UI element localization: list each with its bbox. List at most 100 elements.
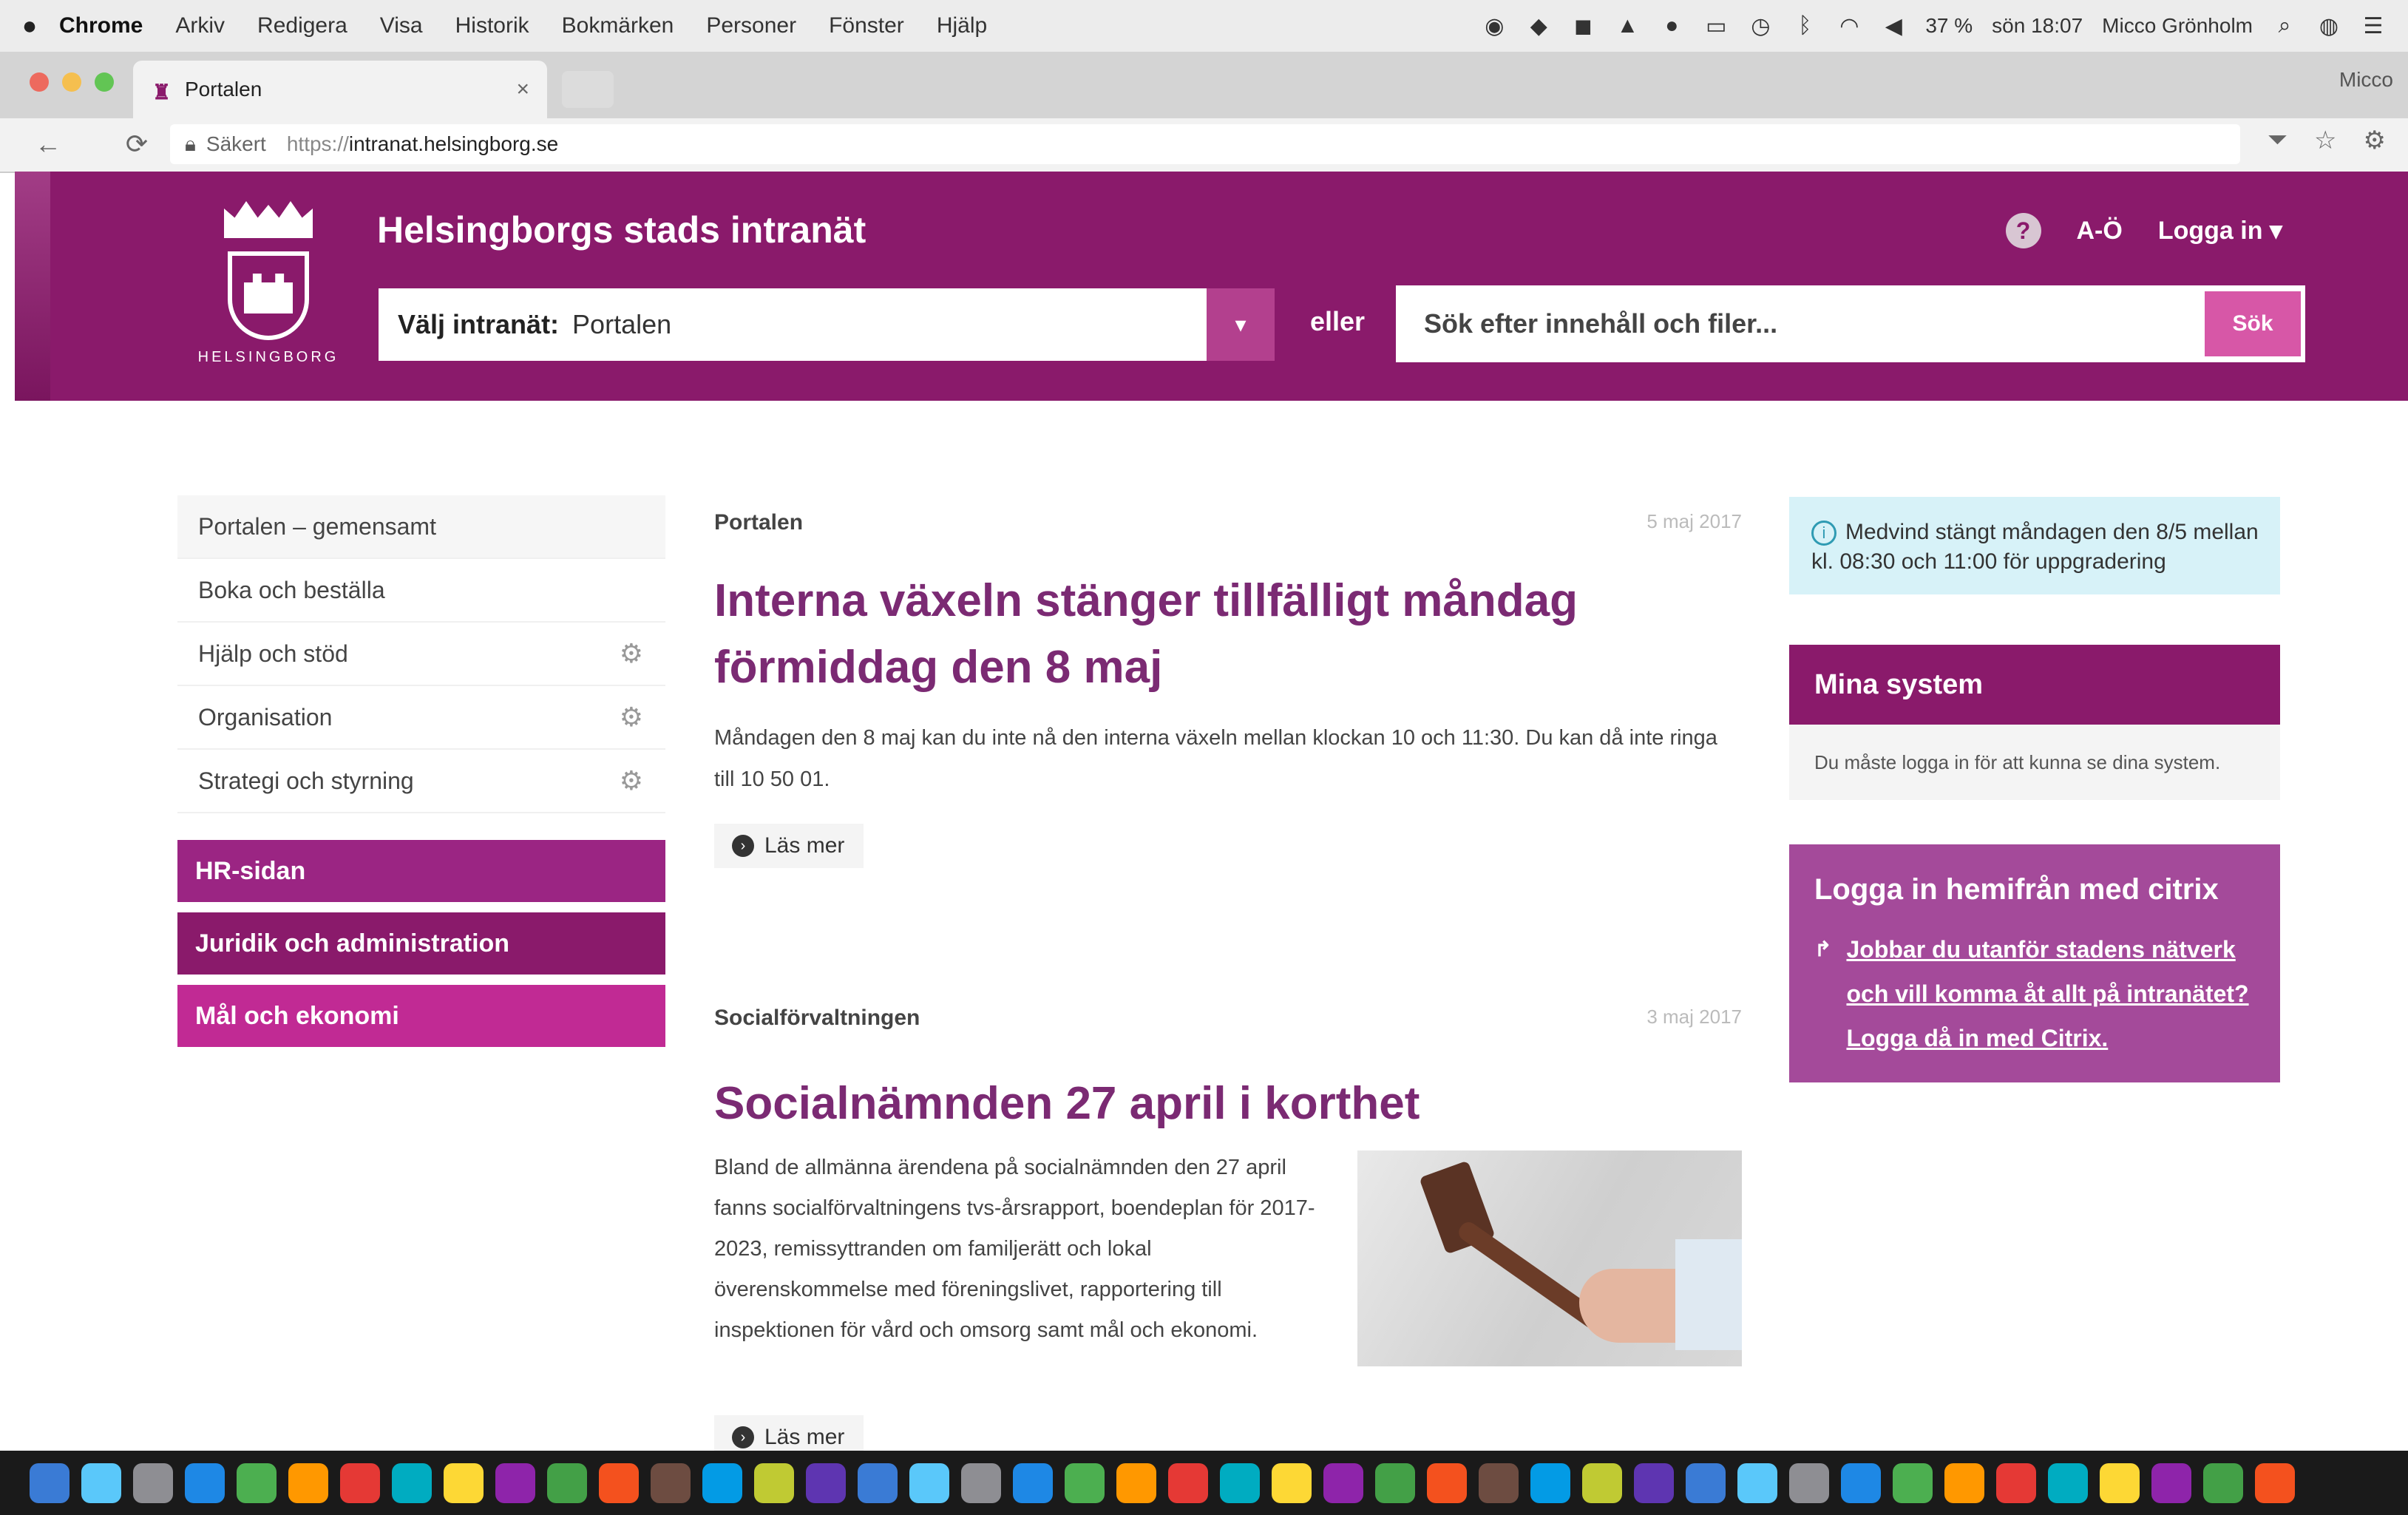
citrix-link[interactable]: ↱ Jobbar du utanför stadens nätverk och …	[1814, 927, 2255, 1060]
app-icon[interactable]	[2151, 1463, 2191, 1503]
app-icon[interactable]	[1634, 1463, 1674, 1503]
app-icon[interactable]	[1582, 1463, 1622, 1503]
app-icon[interactable]	[2203, 1463, 2243, 1503]
citrix-link-text[interactable]: Jobbar du utanför stadens nätverk och vi…	[1846, 927, 2255, 1060]
read-more-button[interactable]: › Läs mer	[714, 824, 864, 868]
status-app-icon[interactable]: ▲	[1615, 13, 1640, 38]
status-app-icon[interactable]: ●	[1659, 13, 1684, 38]
gear-icon[interactable]: ⚙	[620, 702, 643, 733]
mail-icon[interactable]	[237, 1463, 277, 1503]
app-icon[interactable]	[1272, 1463, 1312, 1503]
finder-icon[interactable]	[30, 1463, 69, 1503]
messages-icon[interactable]	[392, 1463, 432, 1503]
menubar-user[interactable]: Micco Grönholm	[2102, 14, 2253, 38]
siri-icon[interactable]	[81, 1463, 121, 1503]
apple-icon[interactable]: ●	[0, 12, 59, 41]
app-icon[interactable]	[1841, 1463, 1881, 1503]
app-icon[interactable]	[754, 1463, 794, 1503]
siri-icon[interactable]: ◍	[2316, 13, 2341, 38]
menu-bokmarken[interactable]: Bokmärken	[562, 13, 674, 38]
app-icon[interactable]	[1479, 1463, 1519, 1503]
app-icon[interactable]	[651, 1463, 691, 1503]
app-icon[interactable]	[599, 1463, 639, 1503]
app-icon[interactable]	[1323, 1463, 1363, 1503]
app-icon[interactable]	[1893, 1463, 1933, 1503]
menu-arkiv[interactable]: Arkiv	[175, 13, 225, 38]
sidebar-item-hjalp[interactable]: Hjälp och stöd ⚙	[177, 623, 665, 686]
app-icon[interactable]	[1116, 1463, 1156, 1503]
firefox-icon[interactable]	[547, 1463, 587, 1503]
site-title[interactable]: Helsingborgs stads intranät	[377, 209, 866, 251]
menu-app-name[interactable]: Chrome	[59, 13, 143, 38]
helsingborg-logo[interactable]: HELSINGBORG	[183, 201, 353, 371]
app-icon[interactable]	[1013, 1463, 1053, 1503]
launchpad-icon[interactable]	[133, 1463, 173, 1503]
sidebar-item-portalen[interactable]: Portalen – gemensamt	[177, 495, 665, 559]
app-icon[interactable]	[1789, 1463, 1829, 1503]
minimize-window-button[interactable]	[62, 72, 81, 92]
status-app-icon[interactable]: ◉	[1482, 13, 1507, 38]
app-icon[interactable]	[1427, 1463, 1467, 1503]
app-icon[interactable]	[1065, 1463, 1105, 1503]
new-tab-button[interactable]	[562, 71, 614, 108]
battery-percent[interactable]: 37 %	[1925, 14, 1973, 38]
reload-icon[interactable]: ⟳	[118, 126, 155, 163]
back-icon[interactable]: ←	[30, 126, 67, 163]
extension-icon[interactable]: ⚙	[2364, 126, 2386, 155]
notification-center-icon[interactable]: ☰	[2361, 13, 2386, 38]
itunes-icon[interactable]	[495, 1463, 535, 1503]
chevron-down-icon[interactable]: ▾	[1207, 288, 1275, 361]
menu-personer[interactable]: Personer	[706, 13, 796, 38]
gavel-image[interactable]	[1357, 1150, 1742, 1366]
zoom-window-button[interactable]	[95, 72, 114, 92]
app-icon[interactable]	[1375, 1463, 1415, 1503]
chrome-icon[interactable]	[444, 1463, 484, 1503]
gear-icon[interactable]: ⚙	[620, 638, 643, 669]
skype-icon[interactable]	[340, 1463, 380, 1503]
app-icon[interactable]	[1168, 1463, 1208, 1503]
app-icon[interactable]	[702, 1463, 742, 1503]
a-o-link[interactable]: A-Ö	[2077, 217, 2123, 245]
app-icon[interactable]	[858, 1463, 898, 1503]
sidebar-item-boka[interactable]: Boka och beställa	[177, 559, 665, 623]
evernote-icon[interactable]: ◼	[1570, 13, 1595, 38]
app-icon[interactable]	[1996, 1463, 2036, 1503]
filter-icon[interactable]: ⏷	[2268, 126, 2287, 155]
timemachine-icon[interactable]: ◷	[1748, 13, 1773, 38]
sidebar-item-organisation[interactable]: Organisation ⚙	[177, 686, 665, 750]
menu-hjalp[interactable]: Hjälp	[937, 13, 987, 38]
app-icon[interactable]	[2048, 1463, 2088, 1503]
tab-close-icon[interactable]: ×	[516, 77, 529, 102]
spotlight-icon[interactable]: ⌕	[2272, 13, 2297, 38]
app-icon[interactable]	[2100, 1463, 2140, 1503]
intranet-select[interactable]: Välj intranät: Portalen ▾	[379, 288, 1275, 361]
sidebar-item-strategi[interactable]: Strategi och styrning ⚙	[177, 750, 665, 813]
photos-icon[interactable]	[288, 1463, 328, 1503]
sidebar-block-juridik[interactable]: Juridik och administration	[177, 912, 665, 975]
app-icon[interactable]	[1944, 1463, 1984, 1503]
login-button[interactable]: Logga in ▾	[2158, 216, 2282, 245]
menu-redigera[interactable]: Redigera	[257, 13, 347, 38]
app-icon[interactable]	[1530, 1463, 1570, 1503]
app-icon[interactable]	[909, 1463, 949, 1503]
app-icon[interactable]	[1686, 1463, 1726, 1503]
browser-tab[interactable]: ♜ Portalen ×	[133, 61, 547, 118]
article-title[interactable]: Interna växeln stänger tillfälligt månda…	[714, 568, 1742, 701]
article-category[interactable]: Socialförvaltningen	[714, 1006, 1742, 1031]
bluetooth-icon[interactable]: ᛒ	[1792, 13, 1817, 38]
wifi-icon[interactable]: ◠	[1836, 13, 1862, 38]
menu-fonster[interactable]: Fönster	[829, 13, 904, 38]
article-category[interactable]: Portalen	[714, 510, 1742, 535]
airplay-icon[interactable]: ▭	[1703, 13, 1729, 38]
app-icon[interactable]	[1220, 1463, 1260, 1503]
bookmark-star-icon[interactable]: ☆	[2314, 126, 2336, 155]
app-icon[interactable]	[806, 1463, 846, 1503]
safari-icon[interactable]	[185, 1463, 225, 1503]
volume-icon[interactable]: ◀	[1881, 13, 1906, 38]
status-app-icon[interactable]: ◆	[1526, 13, 1551, 38]
gear-icon[interactable]: ⚙	[620, 765, 643, 796]
trash-icon[interactable]	[2255, 1463, 2295, 1503]
search-button[interactable]: Sök	[2205, 291, 2301, 356]
menu-visa[interactable]: Visa	[380, 13, 423, 38]
close-window-button[interactable]	[30, 72, 49, 92]
